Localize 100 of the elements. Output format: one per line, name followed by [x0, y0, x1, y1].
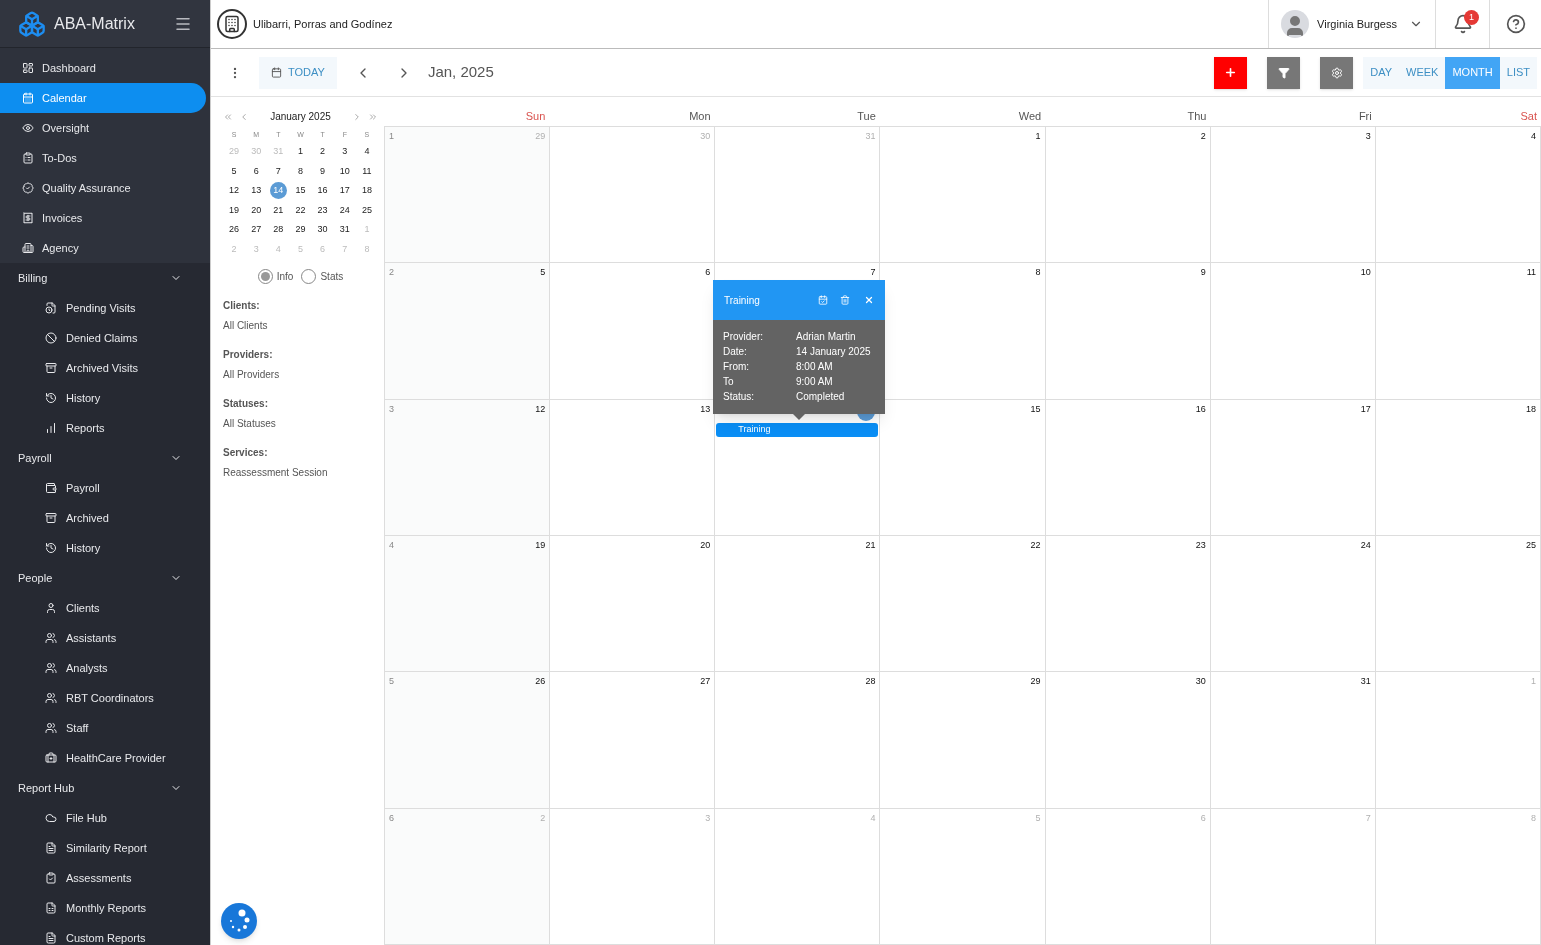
- mini-calendar-day[interactable]: 31: [336, 221, 354, 239]
- nav-subitem[interactable]: Reports: [0, 413, 210, 443]
- mini-calendar-day[interactable]: 18: [358, 182, 376, 200]
- filter-button[interactable]: [1267, 56, 1301, 89]
- mini-calendar-day[interactable]: 4: [358, 143, 376, 161]
- day-cell[interactable]: 18: [1375, 399, 1541, 535]
- day-cell[interactable]: 3 12: [385, 399, 551, 535]
- mini-calendar-day[interactable]: 23: [314, 201, 332, 219]
- day-cell[interactable]: 30: [1045, 672, 1211, 808]
- day-cell[interactable]: 1 29: [385, 127, 551, 263]
- day-cell[interactable]: 25: [1375, 536, 1541, 672]
- mini-calendar-day[interactable]: 13: [247, 182, 265, 200]
- mini-calendar-day[interactable]: 27: [247, 221, 265, 239]
- day-cell[interactable]: 2: [1045, 127, 1211, 263]
- filter-value[interactable]: Reassessment Session: [223, 465, 378, 480]
- nav-subitem[interactable]: File Hub: [0, 803, 210, 833]
- settings-button[interactable]: [1320, 56, 1354, 89]
- day-cell[interactable]: 28: [715, 672, 881, 808]
- mini-calendar-day[interactable]: 2: [314, 143, 332, 161]
- mini-calendar-day[interactable]: 20: [247, 201, 265, 219]
- mini-calendar-day[interactable]: 11: [358, 162, 376, 180]
- day-cell[interactable]: 31: [1210, 672, 1376, 808]
- nav-subitem[interactable]: Similarity Report: [0, 833, 210, 863]
- day-cell[interactable]: 11: [1375, 263, 1541, 399]
- radio-option[interactable]: Stats: [301, 269, 344, 284]
- mini-calendar-day[interactable]: 17: [336, 182, 354, 200]
- mini-calendar-day[interactable]: 9: [314, 162, 332, 180]
- mini-calendar-day[interactable]: 29: [292, 221, 309, 239]
- nav-item[interactable]: Invoices: [0, 203, 206, 233]
- mini-calendar-day[interactable]: 3: [336, 143, 354, 161]
- day-cell[interactable]: 10: [1210, 263, 1376, 399]
- day-cell[interactable]: 3: [1210, 127, 1376, 263]
- nav-subitem[interactable]: Denied Claims: [0, 323, 210, 353]
- day-cell[interactable]: 17: [1210, 399, 1376, 535]
- nav-subitem[interactable]: Clients: [0, 593, 210, 623]
- mini-calendar-day[interactable]: 15: [292, 182, 309, 200]
- nav-item[interactable]: Agency: [0, 233, 206, 263]
- user-menu[interactable]: Virginia Burgess: [1268, 0, 1435, 48]
- day-cell[interactable]: 5 26: [385, 672, 551, 808]
- mini-calendar-day[interactable]: 1: [292, 143, 309, 161]
- nav-subitem[interactable]: Archived Visits: [0, 353, 210, 383]
- nav-group-header[interactable]: Report Hub: [0, 773, 210, 803]
- mini-calendar-day[interactable]: 26: [225, 221, 243, 239]
- delete-icon[interactable]: [840, 295, 850, 305]
- filter-value[interactable]: All Providers: [223, 367, 378, 382]
- floating-action-button[interactable]: [221, 903, 257, 939]
- nav-item[interactable]: Quality Assurance: [0, 173, 206, 203]
- mini-calendar-day[interactable]: 16: [314, 182, 332, 200]
- mini-calendar-day[interactable]: 12: [225, 182, 243, 200]
- filter-value[interactable]: All Clients: [223, 318, 378, 333]
- day-cell[interactable]: 4 19: [385, 536, 551, 672]
- calendar-icon[interactable]: [818, 295, 828, 305]
- day-cell[interactable]: 27: [550, 672, 716, 808]
- day-cell[interactable]: 23: [1045, 536, 1211, 672]
- day-cell[interactable]: 4: [1375, 127, 1541, 263]
- day-cell[interactable]: 6 2: [385, 808, 551, 944]
- day-cell[interactable]: 1: [880, 127, 1046, 263]
- day-cell[interactable]: 24: [1210, 536, 1376, 672]
- nav-subitem[interactable]: Monthly Reports: [0, 893, 210, 923]
- mini-calendar-day[interactable]: 5: [225, 162, 243, 180]
- filter-value[interactable]: All Statuses: [223, 416, 378, 431]
- mini-calendar-day[interactable]: 21: [269, 201, 287, 219]
- nav-subitem[interactable]: Pending Visits: [0, 293, 210, 323]
- mini-calendar-day[interactable]: 22: [292, 201, 309, 219]
- help-icon[interactable]: [1505, 14, 1526, 34]
- day-cell[interactable]: 16: [1045, 399, 1211, 535]
- day-cell[interactable]: 29: [880, 672, 1046, 808]
- nav-subitem[interactable]: Assessments: [0, 863, 210, 893]
- nav-subitem[interactable]: Staff: [0, 713, 210, 743]
- mini-calendar-day[interactable]: 8: [292, 162, 309, 180]
- mini-calendar-day[interactable]: 30: [314, 221, 332, 239]
- nav-group-header[interactable]: People: [0, 563, 210, 593]
- nav-subitem[interactable]: HealthCare Provider: [0, 743, 210, 773]
- bell-icon[interactable]: [1452, 14, 1473, 34]
- day-cell[interactable]: 22: [880, 536, 1046, 672]
- nav-subitem[interactable]: Payroll: [0, 473, 210, 503]
- nav-item[interactable]: Dashboard: [0, 53, 206, 83]
- nav-subitem[interactable]: Custom Reports: [0, 923, 210, 945]
- nav-subitem[interactable]: History: [0, 533, 210, 563]
- mini-calendar-day[interactable]: 19: [225, 201, 243, 219]
- mini-calendar-day[interactable]: 28: [269, 221, 287, 239]
- day-cell[interactable]: 20: [550, 536, 716, 672]
- nav-group-header[interactable]: Payroll: [0, 443, 210, 473]
- nav-subitem[interactable]: Assistants: [0, 623, 210, 653]
- nav-subitem[interactable]: History: [0, 383, 210, 413]
- mini-calendar-day[interactable]: 6: [247, 162, 265, 180]
- add-button[interactable]: [1214, 56, 1248, 89]
- nav-subitem[interactable]: RBT Coordinators: [0, 683, 210, 713]
- mini-calendar-day[interactable]: 24: [336, 201, 354, 219]
- day-cell[interactable]: 2 5: [385, 263, 551, 399]
- mini-calendar-day[interactable]: 10: [336, 162, 354, 180]
- mini-calendar-day[interactable]: 25: [358, 201, 376, 219]
- nav-subitem[interactable]: Analysts: [0, 653, 210, 683]
- close-icon[interactable]: [864, 295, 874, 305]
- nav-item[interactable]: To-Dos: [0, 143, 206, 173]
- nav-subitem[interactable]: Archived: [0, 503, 210, 533]
- day-cell[interactable]: 9: [1045, 263, 1211, 399]
- nav-group-header[interactable]: Billing: [0, 263, 210, 293]
- day-cell[interactable]: 21: [715, 536, 881, 672]
- nav-item[interactable]: Oversight: [0, 113, 206, 143]
